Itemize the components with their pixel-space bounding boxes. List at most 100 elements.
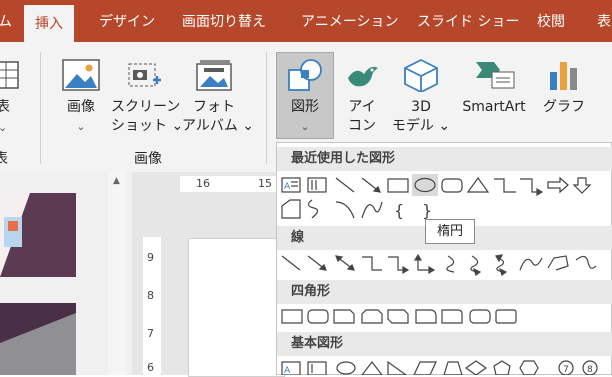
pentagon-icon[interactable] — [493, 360, 511, 375]
ellipse-icon[interactable] — [412, 174, 438, 196]
rectangle-icon[interactable] — [281, 309, 303, 324]
elbow-connector-icon[interactable] — [362, 256, 382, 271]
text-box-icon[interactable]: A — [281, 177, 301, 193]
curved-arrow-connector-icon[interactable] — [470, 255, 482, 276]
round-diagonal-icon[interactable] — [495, 309, 517, 324]
table-button[interactable]: 表 ⌄ — [0, 60, 24, 140]
picture-button[interactable]: 画像 ⌄ — [58, 58, 104, 136]
left-brace-icon[interactable]: { — [394, 201, 404, 220]
smartart-button[interactable]: SmartArt — [454, 58, 534, 117]
line-icon[interactable] — [335, 177, 355, 193]
double-arrow-icon[interactable] — [335, 255, 355, 271]
chevron-down-icon: ⌄ — [76, 120, 86, 133]
round-same-side-icon[interactable] — [469, 309, 491, 324]
octagon-icon[interactable]: 8 — [582, 360, 598, 375]
elbow-arrow-icon[interactable] — [388, 256, 410, 275]
snip-round-icon[interactable] — [415, 309, 437, 324]
shapes-icon — [288, 59, 322, 91]
vertical-text-box-icon[interactable] — [307, 177, 327, 193]
icons-label-1: アイ — [348, 99, 376, 115]
right-triangle-icon[interactable] — [387, 360, 408, 375]
freeform-scribble-icon[interactable] — [307, 199, 319, 219]
svg-text:A: A — [284, 182, 291, 192]
diamond-icon[interactable] — [464, 360, 488, 375]
rounded-rectangle-icon[interactable] — [307, 309, 329, 324]
ruler-tick-label: 16 — [196, 177, 210, 190]
snip-same-side-icon[interactable] — [361, 309, 383, 324]
horizontal-ruler: 16 15 — [180, 176, 280, 192]
elbow-double-arrow-icon[interactable] — [413, 253, 436, 275]
svg-text:8: 8 — [587, 365, 593, 375]
group-label-table: 表 — [0, 151, 8, 167]
group-separator — [40, 52, 41, 164]
icons-button[interactable]: アイ コン — [340, 58, 384, 136]
arrow-line-icon[interactable] — [361, 177, 381, 193]
line-icon[interactable] — [281, 255, 301, 271]
tab-design[interactable]: デザイン — [99, 0, 155, 42]
ruler-tick-label: 6 — [147, 361, 154, 374]
photo-album-label-2: アルバム ⌄ — [182, 118, 255, 134]
right-arrow-icon[interactable] — [547, 176, 569, 194]
screenshot-button[interactable]: スクリーン ショット ⌄ — [111, 58, 184, 136]
chart-label: グラフ — [543, 99, 585, 115]
snip-single-corner-icon[interactable] — [333, 309, 355, 324]
tab-transitions[interactable]: 画面切り替え — [182, 0, 266, 42]
tab-view[interactable]: 表 — [597, 0, 611, 42]
freeform-shape-icon[interactable] — [547, 255, 569, 271]
arrow-icon[interactable] — [307, 255, 327, 271]
ruler-tick-label: 9 — [147, 251, 154, 264]
tab-slideshow[interactable]: スライド ショー — [417, 0, 519, 42]
screenshot-icon — [128, 63, 161, 87]
elbow-arrow-connector-icon[interactable] — [520, 178, 544, 197]
smartart-label: SmartArt — [462, 99, 526, 115]
photo-album-button[interactable]: フォト アルバム ⌄ — [182, 58, 255, 136]
arc-icon[interactable] — [335, 201, 355, 219]
tab-review[interactable]: 校閲 — [537, 0, 565, 42]
tab-insert[interactable]: 挿入 — [24, 5, 74, 42]
svg-text:A: A — [284, 366, 291, 375]
icons-label-2: コン — [348, 118, 376, 134]
down-arrow-icon[interactable] — [572, 177, 592, 194]
heptagon-icon[interactable]: 7 — [558, 360, 574, 375]
photo-album-icon — [196, 60, 232, 91]
scroll-up-arrow-icon[interactable]: ▲ — [113, 176, 120, 186]
scribble-icon[interactable] — [575, 255, 597, 269]
3d-model-button[interactable]: 3D モデル ⌄ — [391, 58, 451, 136]
curved-connector-icon[interactable] — [446, 255, 455, 273]
snip-diagonal-icon[interactable] — [387, 309, 409, 324]
slide-canvas[interactable] — [188, 238, 285, 377]
rectangle-icon[interactable] — [387, 178, 409, 193]
thumbnail-scrollbar[interactable]: ▲ — [108, 172, 126, 375]
ruler-tick-label: 7 — [147, 327, 154, 340]
ribbon-tab-bar: ム 挿入 デザイン 画面切り替え アニメーション スライド ショー 校閲 表 — [0, 0, 612, 42]
curve-icon[interactable] — [519, 257, 543, 271]
triangle-icon[interactable] — [361, 361, 383, 375]
curved-double-arrow-icon[interactable] — [495, 254, 508, 276]
round-single-corner-icon[interactable] — [441, 309, 463, 324]
curve-icon[interactable] — [361, 201, 383, 219]
right-brace-icon[interactable]: } — [422, 201, 432, 220]
text-box-icon[interactable]: A — [281, 361, 301, 375]
parallelogram-icon[interactable] — [413, 361, 437, 375]
chart-button[interactable]: グラフ — [540, 58, 588, 117]
rounded-rectangle-icon[interactable] — [441, 178, 463, 193]
tab-home[interactable]: ム — [0, 0, 12, 42]
slide-thumbnail-1[interactable] — [0, 193, 76, 277]
slide-thumbnail-2[interactable] — [0, 303, 76, 375]
elbow-connector-icon[interactable] — [494, 178, 516, 193]
table-label: 表 — [0, 99, 10, 115]
shapes-button[interactable]: 図形 ⌄ — [278, 58, 332, 136]
screenshot-label-1: スクリーン — [111, 99, 181, 115]
tab-animations[interactable]: アニメーション — [301, 0, 398, 42]
vertical-text-box-icon[interactable] — [307, 361, 327, 375]
vertical-ruler: 9 8 7 6 — [143, 237, 161, 375]
triangle-icon[interactable] — [466, 176, 490, 193]
bar-chart-icon — [550, 62, 577, 90]
screenshot-label-2: ショット ⌄ — [111, 118, 184, 134]
group-separator — [266, 52, 267, 164]
cube-icon — [404, 58, 438, 92]
trapezoid-icon[interactable] — [443, 361, 463, 375]
snip-corner-icon[interactable] — [281, 199, 301, 219]
hexagon-icon[interactable] — [519, 360, 539, 375]
ellipse-icon[interactable] — [336, 361, 356, 375]
